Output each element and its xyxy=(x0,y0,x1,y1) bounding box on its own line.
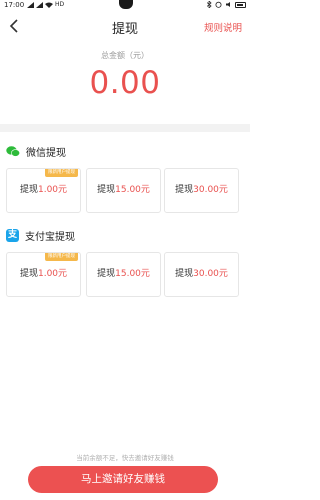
invite-friends-button[interactable]: 马上邀请好友赚钱 xyxy=(28,466,218,493)
option-prefix: 提现 xyxy=(97,269,116,279)
option-prefix: 提现 xyxy=(97,185,116,195)
alipay-withdraw-option-1[interactable]: 限新用户提现 提现1.00元 xyxy=(6,252,81,297)
status-time: 17:00 xyxy=(4,1,25,9)
signal-icon xyxy=(27,1,34,8)
signal-icon xyxy=(36,1,43,8)
option-amount: 30.00元 xyxy=(193,185,228,195)
wifi-icon xyxy=(45,2,53,8)
rules-link[interactable]: 规则说明 xyxy=(204,20,242,34)
option-prefix: 提现 xyxy=(175,185,194,195)
option-amount: 30.00元 xyxy=(193,269,228,279)
wechat-withdraw-option-2[interactable]: 提现15.00元 xyxy=(86,168,161,213)
balance-insufficient-tip: 当前余额不足，快去邀请好友赚钱 xyxy=(76,454,174,462)
wechat-icon xyxy=(6,146,20,157)
alipay-section-header: 支 支付宝提现 xyxy=(6,228,75,243)
option-amount: 1.00元 xyxy=(37,269,68,279)
wechat-section-title: 微信提现 xyxy=(26,148,66,159)
alipay-withdraw-option-3[interactable]: 提现30.00元 xyxy=(164,252,239,297)
alipay-icon: 支 xyxy=(6,229,19,242)
wechat-section-header: 微信提现 xyxy=(6,144,66,159)
balance-panel: 总金额（元） 0.00 xyxy=(0,50,250,101)
wechat-withdraw-option-3[interactable]: 提现30.00元 xyxy=(164,168,239,213)
alarm-icon xyxy=(215,1,222,8)
wechat-withdraw-option-1[interactable]: 限新用户提现 提现1.00元 xyxy=(6,168,81,213)
battery-icon xyxy=(235,1,246,8)
option-prefix: 提现 xyxy=(19,269,38,279)
option-amount: 15.00元 xyxy=(115,269,150,279)
option-prefix: 提现 xyxy=(19,185,38,195)
status-bar: 17:00 HD xyxy=(0,0,250,11)
mute-icon xyxy=(226,2,230,7)
balance-label: 总金额（元） xyxy=(101,51,149,60)
balance-value: 0.00 xyxy=(89,65,161,101)
option-prefix: 提现 xyxy=(175,269,194,279)
alipay-section-title: 支付宝提现 xyxy=(25,232,75,243)
new-user-badge: 限新用户提现 xyxy=(45,253,78,261)
bluetooth-icon xyxy=(207,1,212,8)
network-type: HD xyxy=(55,1,65,8)
alipay-withdraw-option-2[interactable]: 提现15.00元 xyxy=(86,252,161,297)
section-divider xyxy=(0,124,250,132)
nav-bar: 提现 规则说明 xyxy=(0,11,250,41)
camera-notch xyxy=(119,0,133,9)
new-user-badge: 限新用户提现 xyxy=(45,169,78,177)
option-amount: 15.00元 xyxy=(115,185,150,195)
option-amount: 1.00元 xyxy=(37,185,68,195)
